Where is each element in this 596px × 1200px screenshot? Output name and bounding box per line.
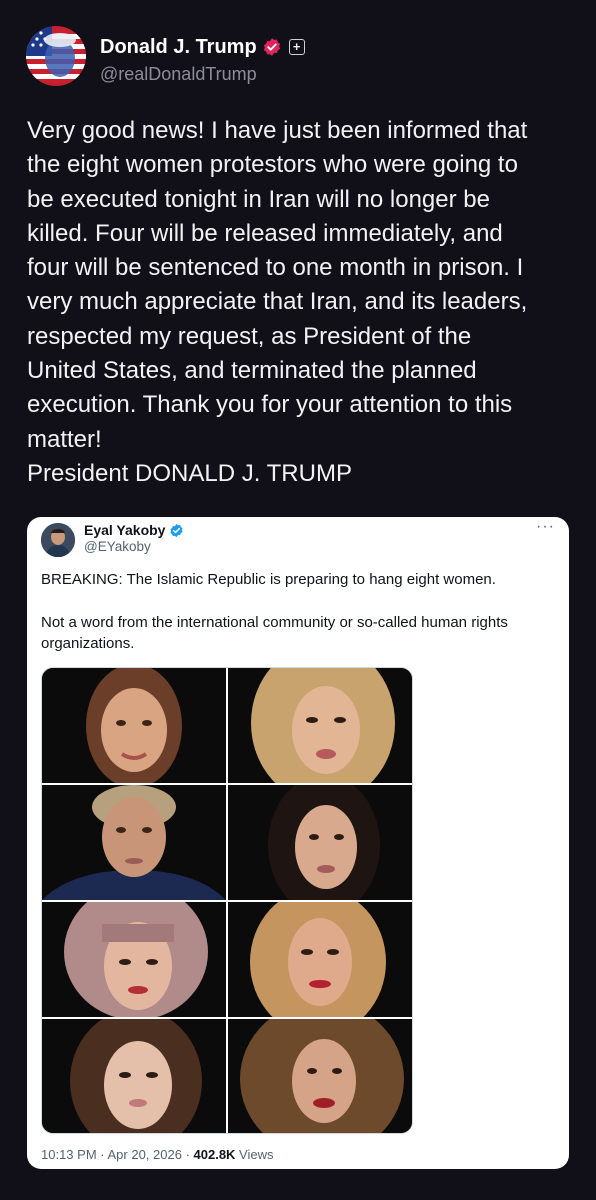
name-row: Donald J. Trump + — [100, 34, 305, 60]
embedded-name-row: Eyal Yakoby — [84, 521, 184, 539]
tweet-time[interactable]: 10:13 PM — [41, 1147, 97, 1162]
photo-8[interactable] — [228, 1019, 412, 1133]
photo-3[interactable] — [42, 785, 226, 900]
verified-badge-icon — [262, 37, 282, 57]
avatar[interactable] — [26, 26, 86, 86]
photo-4[interactable] — [228, 785, 412, 900]
embedded-handle: @EYakoby — [84, 539, 151, 554]
verified-badge-icon — [169, 523, 184, 538]
post-text: Very good news! I have just been informe… — [27, 117, 528, 487]
meta-separator: · — [96, 1147, 108, 1162]
photo-5[interactable] — [42, 902, 226, 1017]
handle[interactable]: @realDonaldTrump — [100, 64, 257, 85]
display-name[interactable]: Donald J. Trump — [100, 34, 257, 60]
photo-7[interactable] — [42, 1019, 226, 1133]
embedded-paragraph-2: Not a word from the international commun… — [41, 614, 508, 652]
photo-6[interactable] — [228, 902, 412, 1017]
photo-grid — [41, 667, 413, 1134]
embedded-tweet-card[interactable]: Eyal Yakoby @EYakoby ··· BREAKING: The I… — [27, 517, 569, 1169]
views-label: Views — [235, 1147, 274, 1162]
embedded-avatar — [41, 523, 75, 557]
photo-2[interactable] — [228, 668, 412, 783]
embedded-display-name: Eyal Yakoby — [84, 522, 166, 538]
more-options-icon[interactable]: ··· — [536, 519, 555, 535]
meta-separator: · — [181, 1147, 194, 1162]
plus-badge[interactable]: + — [288, 39, 305, 55]
tweet-date[interactable]: Apr 20, 2026 — [108, 1147, 182, 1162]
embedded-paragraph-1: BREAKING: The Islamic Republic is prepar… — [41, 571, 496, 588]
photo-1[interactable] — [42, 668, 226, 783]
post-header: Donald J. Trump + @realDonaldTrump — [26, 26, 566, 88]
views-count: 402.8K — [193, 1147, 236, 1162]
tweet-meta: 10:13 PM · Apr 20, 2026 · 402.8K Views — [41, 1147, 274, 1162]
